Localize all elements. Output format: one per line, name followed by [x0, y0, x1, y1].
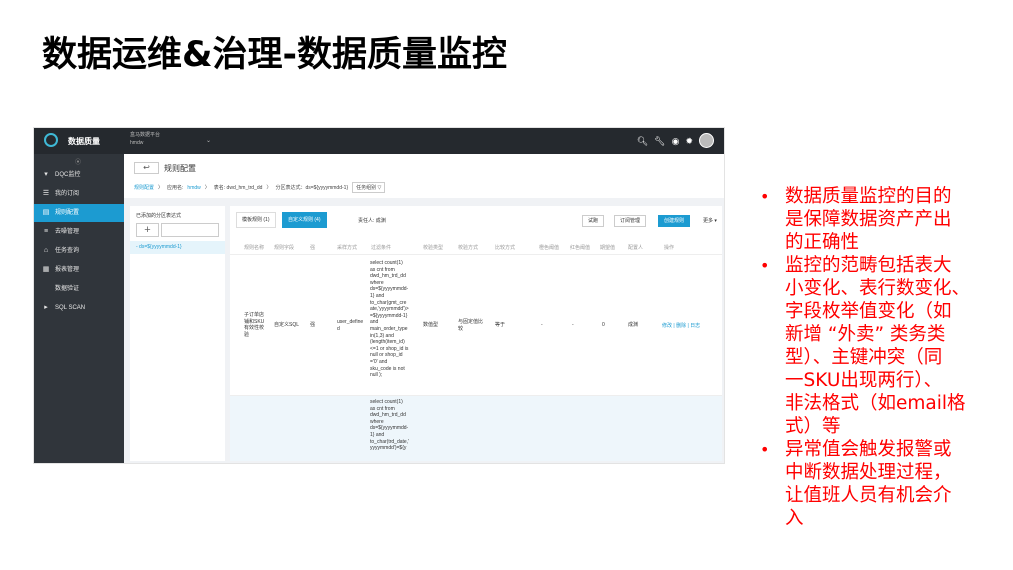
logo-icon — [44, 133, 58, 147]
breadcrumb-home[interactable]: 规则配置 — [134, 184, 154, 191]
partition-input[interactable] — [161, 223, 219, 237]
tasks-icon: ⌂ — [43, 247, 49, 254]
bullet-scope: • 监控的范畴包括表大 小变化、表行数变化、 字段枚举值变化（如 新增 “外卖” 类务… — [760, 255, 971, 437]
rule-name-cell: 子订单店 铺和SKU 有效性校验 — [244, 312, 265, 338]
owner-label: 责任人: 成渊 — [358, 218, 386, 224]
col-field: 规则字段 — [274, 245, 295, 251]
check-method-cell: 与固定值比较 — [458, 319, 484, 332]
orange-threshold-cell: - — [541, 322, 543, 328]
main-area: ↩ 规则配置 规则配置 〉 应用名: hmdw 〉 表名: dwd_hm_trd… — [124, 154, 724, 463]
filter-sql-cell: select count(1) as cnt from dwd_hm_trd_dd w… — [370, 260, 409, 379]
chevron-right-icon: 〉 — [204, 185, 210, 191]
filter-sql-cell: select count(1) as cnt from dwd_hm_trd_dd w… — [370, 399, 410, 452]
collapse-icon[interactable]: ⦿ — [75, 157, 81, 166]
list-icon: ☰ — [42, 190, 50, 197]
red-threshold-cell: - — [572, 322, 574, 328]
project-name: 盒马数据平台 — [130, 132, 161, 138]
screenshot-panel: 数据质量 盒马数据平台 hmdw ⌄ 🔍︎ 🔧︎ ◉ ✹ ⦿ ▾ DQC监控 ☰ 我… — [33, 127, 725, 464]
sidebar-item-subscriptions[interactable]: ☰ 我的订阅 — [34, 185, 124, 203]
table-row: select count(1) as cnt from dwd_hm_trd_dd w… — [230, 396, 722, 461]
more-button[interactable]: 更多 ▾ — [703, 217, 717, 224]
col-sample: 采样方式 — [337, 245, 358, 251]
task-group-select[interactable]: 任务组别 ▽ — [352, 182, 386, 193]
doc-icon: ▤ — [42, 209, 50, 216]
caret-right-icon: ▸ — [44, 304, 48, 311]
chevron-right-icon: 〉 — [158, 185, 164, 191]
chevron-down-icon[interactable]: ⌄ — [206, 137, 211, 144]
page-header: ↩ 规则配置 规则配置 〉 应用名: hmdw 〉 表名: dwd_hm_trd… — [124, 154, 724, 198]
partition-panel: 已添加的分区表达式 + - ds=${yyyymmdd-1} — [130, 206, 225, 461]
bullet-dot: • — [760, 256, 770, 275]
row-actions[interactable]: 修改 | 删除 | 日志 — [662, 322, 700, 329]
table-header: 规则名称 规则字段 强 采样方式 过滤条件 校验类型 校验方式 比较方式 橙色阈… — [230, 241, 722, 255]
tab-template-rules[interactable]: 模板规则 (1) — [236, 212, 276, 228]
sidebar-item-dqc[interactable]: ▾ DQC监控 — [34, 166, 124, 184]
tab-custom-rules[interactable]: 自定义规则 (4) — [282, 212, 327, 228]
create-rule-button[interactable]: 创建规则 — [658, 215, 691, 227]
breadcrumb-partition: 分区表达式：ds=${yyyymmdd-1} — [275, 185, 349, 191]
field-cell: 自定义SQL — [274, 322, 300, 328]
sample-cell: user_define d — [337, 319, 364, 332]
slide-title: 数据运维&治理-数据质量监控 — [42, 35, 508, 75]
col-rule-name: 规则名称 — [244, 245, 265, 251]
col-check-method: 校验方式 — [458, 245, 479, 251]
breadcrumb: 规则配置 〉 应用名: hmdw 〉 表名: dwd_hm_trd_dd 〉 分… — [134, 182, 386, 193]
bullet-dot: • — [760, 440, 770, 459]
sidebar-item-sqlscan[interactable]: ▸ SQL SCAN — [34, 299, 124, 317]
table-row: 子订单店 铺和SKU 有效性校验 自定义SQL 强 user_define d sel… — [230, 256, 722, 396]
back-button[interactable]: ↩ — [134, 162, 159, 174]
top-bar: 数据质量 盒马数据平台 hmdw ⌄ 🔍︎ 🔧︎ ◉ ✹ — [34, 128, 724, 154]
report-icon: ▦ — [42, 266, 50, 273]
app-name: 数据质量 — [68, 137, 100, 146]
menu-icon: ≡ — [43, 228, 49, 235]
sidebar-item-reports[interactable]: ▦ 报表管理 — [34, 261, 124, 279]
project-selector[interactable]: 盒马数据平台 hmdw — [130, 131, 160, 147]
partition-panel-title: 已添加的分区表达式 — [136, 213, 182, 219]
sidebar: ⦿ ▾ DQC监控 ☰ 我的订阅 ▤ 规则配置 ≡ 去噪管理 ⌂ 任务查询 ▦ 报表管理 数… — [34, 154, 124, 463]
compare-cell: 等于 — [495, 322, 506, 328]
caret-down-icon: ▾ — [44, 171, 48, 178]
sidebar-item-denoise[interactable]: ≡ 去噪管理 — [34, 223, 124, 241]
chevron-right-icon: 〉 — [266, 185, 272, 191]
breadcrumb-app-value[interactable]: hmdw — [187, 185, 200, 191]
bullet-list: • 数据质量监控的目的 是保障数据资产产出 的正确性 • 监控的范畴包括表大 小变化、… — [760, 185, 985, 530]
col-ops: 操作 — [664, 245, 675, 251]
sidebar-item-tasks[interactable]: ⌂ 任务查询 — [34, 242, 124, 260]
project-code: hmdw — [130, 140, 144, 146]
config-by-cell: 成渊 — [628, 322, 639, 328]
eye-icon[interactable]: ◉ — [672, 134, 680, 148]
expect-cell: 0 — [602, 322, 605, 328]
add-partition-button[interactable]: + — [136, 223, 159, 237]
col-compare: 比较方式 — [495, 245, 516, 251]
col-strong: 强 — [310, 245, 316, 251]
breadcrumb-app-label: 应用名: — [167, 185, 184, 191]
bullet-dot: • — [760, 187, 770, 206]
col-red: 红色阈值 — [570, 245, 591, 251]
col-expect: 期望值 — [600, 245, 616, 251]
page-title: 规则配置 — [164, 164, 196, 173]
partition-item[interactable]: - ds=${yyyymmdd-1} — [130, 241, 225, 254]
breadcrumb-table: 表名: dwd_hm_trd_dd — [213, 185, 263, 191]
bullet-purpose: • 数据质量监控的目的 是保障数据资产产出 的正确性 — [760, 186, 952, 253]
subscription-button[interactable]: 订阅管理 — [614, 215, 647, 227]
check-type-cell: 数值型 — [423, 322, 439, 328]
avatar[interactable] — [699, 133, 714, 148]
bullet-alert: • 异常值会触发报警或 中断数据处理过程， 让值班人员有机会介入 — [760, 439, 952, 529]
search-icon[interactable]: 🔍︎ — [637, 134, 648, 148]
test-run-button[interactable]: 试跑 — [582, 215, 605, 227]
sidebar-item-rules[interactable]: ▤ 规则配置 — [34, 204, 124, 222]
col-config-by: 配置人 — [628, 245, 644, 251]
rules-panel: 模板规则 (1) 自定义规则 (4) 责任人: 成渊 试跑 订阅管理 创建规则 … — [230, 206, 722, 461]
settings-icon[interactable]: ✹ — [685, 134, 693, 148]
strong-cell: 强 — [310, 322, 316, 328]
col-check-type: 校验类型 — [423, 245, 444, 251]
col-orange: 橙色阈值 — [539, 245, 560, 251]
col-filter: 过滤条件 — [371, 245, 392, 251]
sidebar-item-validation[interactable]: 数据验证 — [34, 280, 124, 298]
wrench-icon[interactable]: 🔧︎ — [654, 134, 665, 148]
